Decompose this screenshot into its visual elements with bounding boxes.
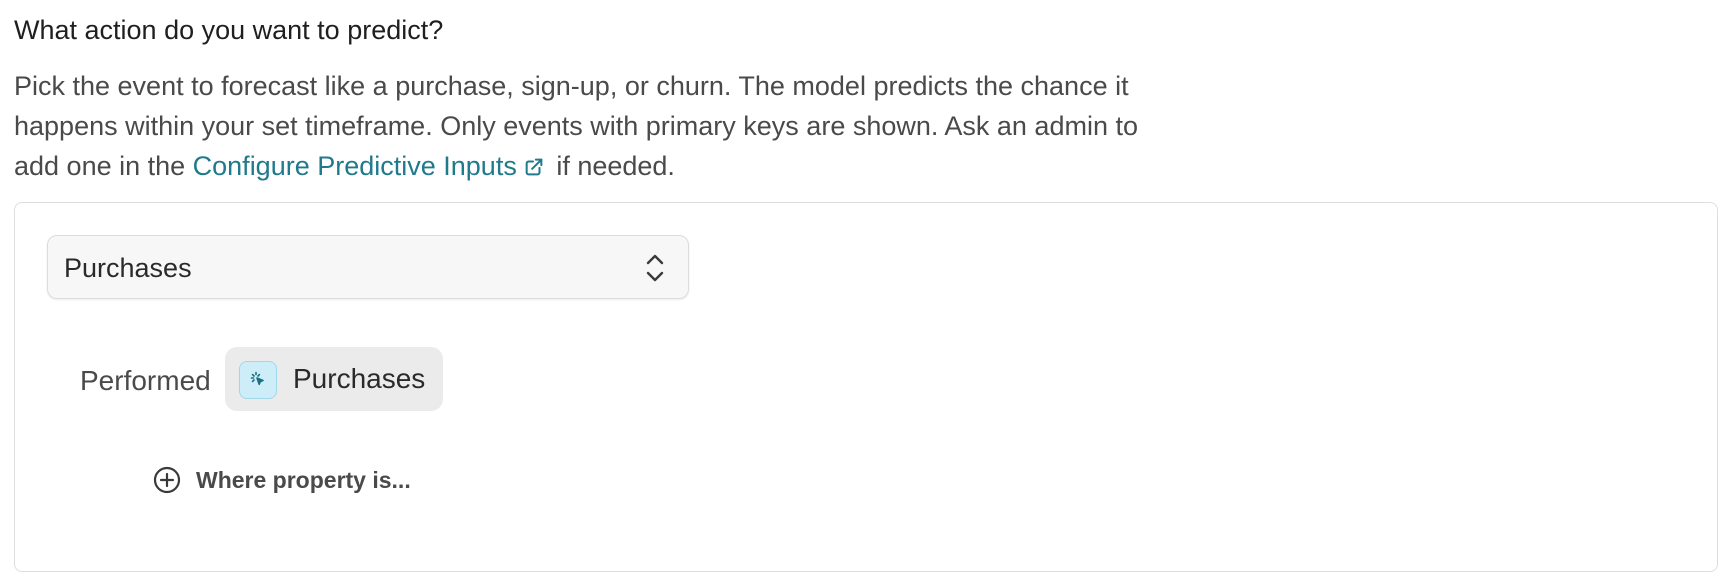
performed-label: Performed [80, 365, 211, 396]
event-select[interactable]: Purchases [47, 235, 689, 299]
external-link-icon[interactable] [523, 156, 545, 178]
description-line-2: happens within your set timeframe. Only … [14, 111, 1138, 141]
description-line-1: Pick the event to forecast like a purcha… [14, 71, 1129, 101]
plus-circle-icon[interactable] [152, 465, 182, 495]
configure-predictive-inputs-link[interactable]: Configure Predictive Inputs [193, 151, 549, 181]
question-title: What action do you want to predict? [14, 15, 444, 45]
description-line-3-suffix: if needed. [548, 151, 675, 181]
predictive-action-page: What action do you want to predict? Pick… [0, 0, 1722, 584]
description: Pick the event to forecast like a purcha… [14, 66, 1214, 186]
add-property-filter-label[interactable]: Where property is... [196, 465, 411, 495]
configure-predictive-inputs-link-text[interactable]: Configure Predictive Inputs [193, 151, 517, 181]
chevron-up-down-icon [646, 254, 664, 282]
description-line-3-prefix: add one in the [14, 151, 193, 181]
event-select-value[interactable]: Purchases [64, 252, 192, 284]
event-chip-label[interactable]: Purchases [293, 361, 425, 397]
description-line-3: add one in the Configure Predictive Inpu… [14, 146, 1214, 186]
action-definition-panel: Purchases Performed Purchases Where prop… [14, 202, 1718, 572]
cursor-click-icon [239, 361, 277, 399]
event-chip[interactable]: Purchases [225, 347, 443, 411]
